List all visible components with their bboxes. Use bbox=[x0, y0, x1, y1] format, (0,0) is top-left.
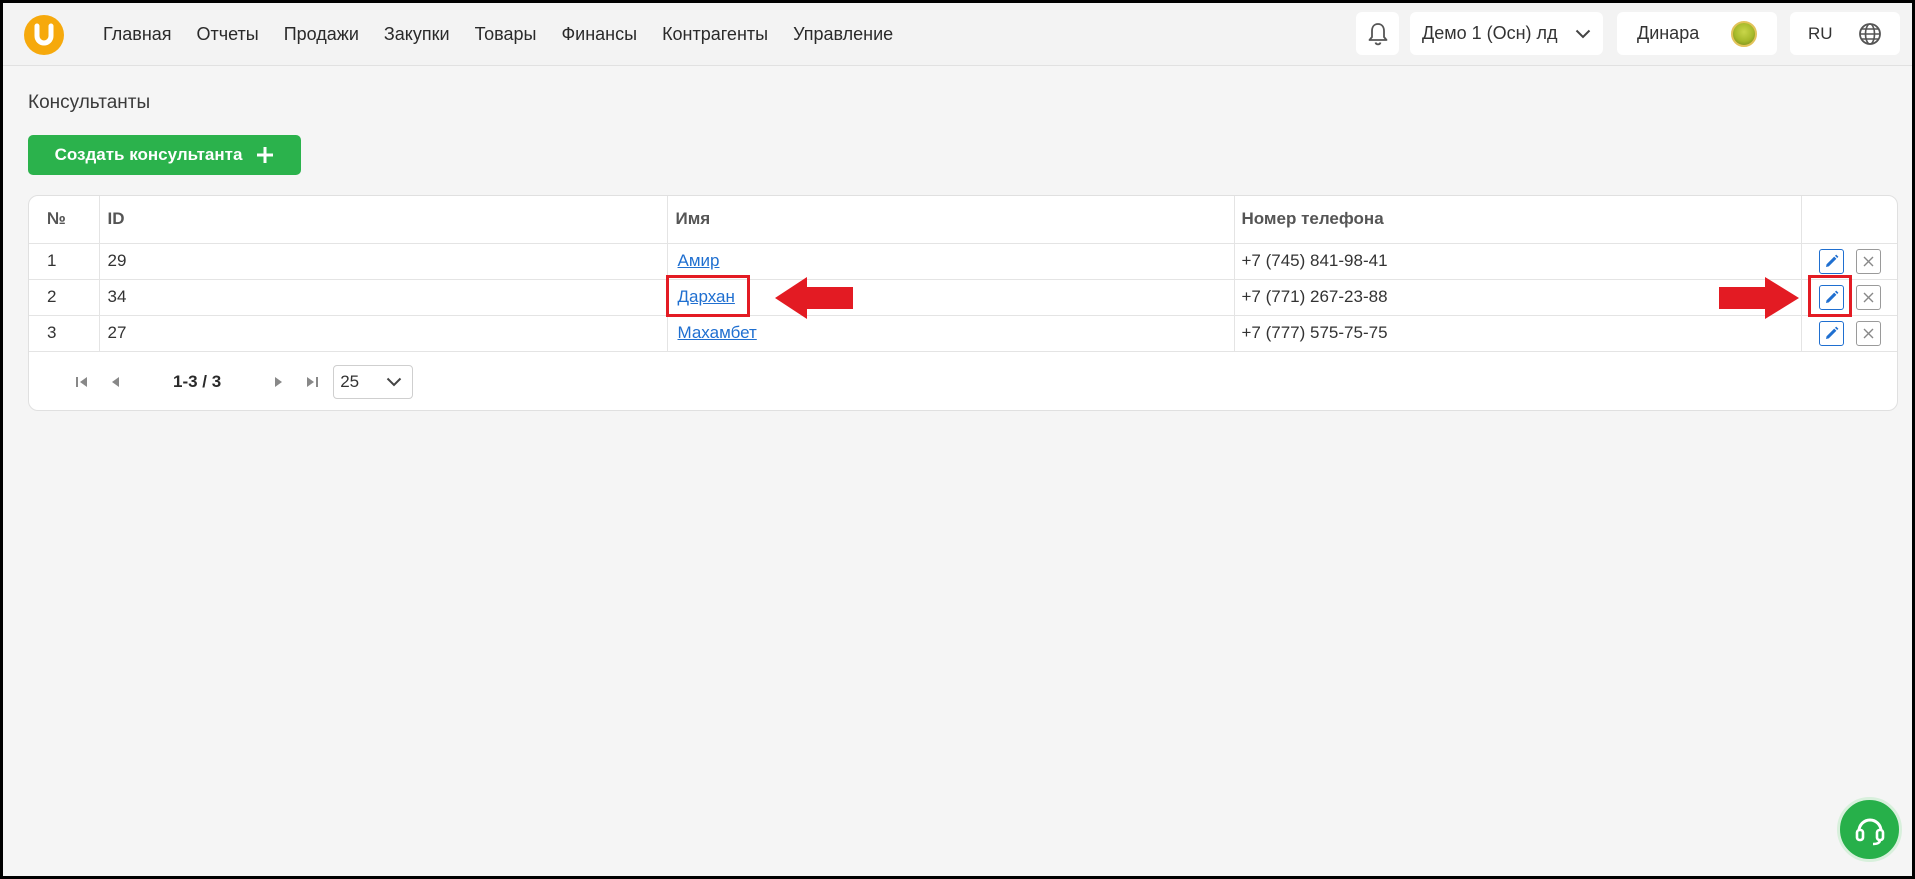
app-window: Главная Отчеты Продажи Закупки Товары Фи… bbox=[0, 0, 1915, 879]
table-row: 1 29 Амир +7 (745) 841-98-41 bbox=[29, 243, 1897, 280]
chevron-down-icon bbox=[1575, 29, 1591, 38]
nav-item-finance[interactable]: Финансы bbox=[561, 24, 637, 45]
column-header-name[interactable]: Имя bbox=[666, 196, 1234, 244]
column-header-actions bbox=[1800, 196, 1897, 244]
cell-number: 3 bbox=[29, 315, 99, 352]
next-page-icon bbox=[275, 377, 283, 387]
cell-number: 2 bbox=[29, 279, 99, 316]
pagination: 1-3 / 3 25 bbox=[65, 365, 414, 399]
consultant-name-link[interactable]: Амир bbox=[676, 251, 720, 270]
nav-item-reports[interactable]: Отчеты bbox=[197, 24, 259, 45]
table-row: 3 27 Махамбет +7 (777) 575-75-75 bbox=[29, 315, 1897, 352]
delete-button[interactable] bbox=[1856, 248, 1881, 274]
next-page-button[interactable] bbox=[261, 365, 295, 399]
main-nav: Главная Отчеты Продажи Закупки Товары Фи… bbox=[103, 3, 893, 66]
company-selector-label: Демо 1 (Осн) лд bbox=[1422, 23, 1558, 43]
avatar bbox=[1731, 20, 1757, 47]
create-consultant-button[interactable]: Создать консультанта bbox=[28, 135, 301, 175]
close-icon bbox=[1863, 292, 1874, 302]
headset-icon bbox=[1855, 818, 1884, 845]
column-header-phone[interactable]: Номер телефона bbox=[1233, 196, 1801, 244]
last-page-icon bbox=[307, 377, 319, 387]
plus-icon bbox=[257, 147, 274, 163]
nav-item-home[interactable]: Главная bbox=[103, 24, 172, 45]
prev-page-button[interactable] bbox=[99, 365, 133, 399]
edit-icon bbox=[1826, 326, 1839, 339]
delete-button[interactable] bbox=[1856, 320, 1881, 346]
column-header-number[interactable]: № bbox=[29, 196, 99, 244]
cell-number: 1 bbox=[29, 243, 99, 280]
nav-item-purchases[interactable]: Закупки bbox=[384, 24, 450, 45]
annotation-highlight-name bbox=[666, 275, 750, 317]
cell-name: Дархан bbox=[666, 279, 1234, 316]
consultant-name-link[interactable]: Махамбет bbox=[676, 323, 757, 342]
consultants-table: № ID Имя Номер телефона 1 29 Амир +7 (74… bbox=[29, 196, 1897, 352]
language-label: RU bbox=[1808, 23, 1833, 43]
bell-icon bbox=[1368, 22, 1387, 45]
globe-icon bbox=[1859, 22, 1881, 45]
notifications-button[interactable] bbox=[1356, 12, 1399, 55]
edit-button[interactable] bbox=[1819, 248, 1844, 274]
cell-phone: +7 (777) 575-75-75 bbox=[1233, 315, 1801, 352]
per-page-value: 25 bbox=[340, 372, 360, 391]
cell-actions bbox=[1800, 315, 1897, 352]
cell-name: Махамбет bbox=[666, 315, 1234, 352]
annotation-arrow-right-icon bbox=[1719, 277, 1799, 319]
annotation-highlight-edit bbox=[1808, 275, 1852, 317]
close-icon bbox=[1863, 256, 1874, 266]
table-header-row: № ID Имя Номер телефона bbox=[29, 196, 1897, 244]
cell-id: 27 bbox=[98, 315, 667, 352]
language-selector[interactable]: RU bbox=[1790, 12, 1900, 55]
per-page-select[interactable]: 25 bbox=[333, 365, 414, 399]
delete-button[interactable] bbox=[1856, 284, 1881, 310]
annotation-arrow-left-icon bbox=[775, 277, 853, 319]
logo-u-icon bbox=[34, 23, 54, 46]
first-page-button[interactable] bbox=[65, 365, 99, 399]
prev-page-icon bbox=[112, 377, 119, 387]
create-consultant-label: Создать консультанта bbox=[54, 145, 243, 164]
edit-button[interactable] bbox=[1819, 320, 1844, 346]
user-menu[interactable]: Динара bbox=[1617, 12, 1777, 55]
company-selector[interactable]: Демо 1 (Осн) лд bbox=[1410, 12, 1603, 55]
support-chat-button[interactable] bbox=[1837, 797, 1902, 862]
cell-name: Амир bbox=[666, 243, 1234, 280]
app-logo[interactable] bbox=[24, 15, 64, 55]
first-page-icon bbox=[76, 377, 87, 387]
column-header-id[interactable]: ID bbox=[98, 196, 667, 244]
page-title: Консультанты bbox=[28, 92, 151, 113]
chevron-down-icon bbox=[386, 377, 402, 387]
table-row: 2 34 Дархан +7 (771) 267-23-88 bbox=[29, 279, 1897, 316]
consultants-table-card: № ID Имя Номер телефона 1 29 Амир +7 (74… bbox=[28, 195, 1898, 411]
last-page-button[interactable] bbox=[295, 365, 329, 399]
top-navigation-bar: Главная Отчеты Продажи Закупки Товары Фи… bbox=[3, 3, 1912, 66]
cell-id: 29 bbox=[98, 243, 667, 280]
nav-item-sales[interactable]: Продажи bbox=[284, 24, 359, 45]
nav-item-counterparties[interactable]: Контрагенты bbox=[662, 24, 768, 45]
cell-phone: +7 (745) 841-98-41 bbox=[1233, 243, 1801, 280]
user-name: Динара bbox=[1637, 23, 1700, 43]
nav-item-management[interactable]: Управление bbox=[793, 24, 893, 45]
edit-icon bbox=[1826, 254, 1839, 267]
cell-id: 34 bbox=[98, 279, 667, 316]
cell-actions bbox=[1800, 243, 1897, 280]
cell-phone: +7 (771) 267-23-88 bbox=[1233, 279, 1801, 316]
pagination-range: 1-3 / 3 bbox=[173, 372, 222, 391]
nav-item-products[interactable]: Товары bbox=[475, 24, 537, 45]
close-icon bbox=[1863, 328, 1874, 338]
